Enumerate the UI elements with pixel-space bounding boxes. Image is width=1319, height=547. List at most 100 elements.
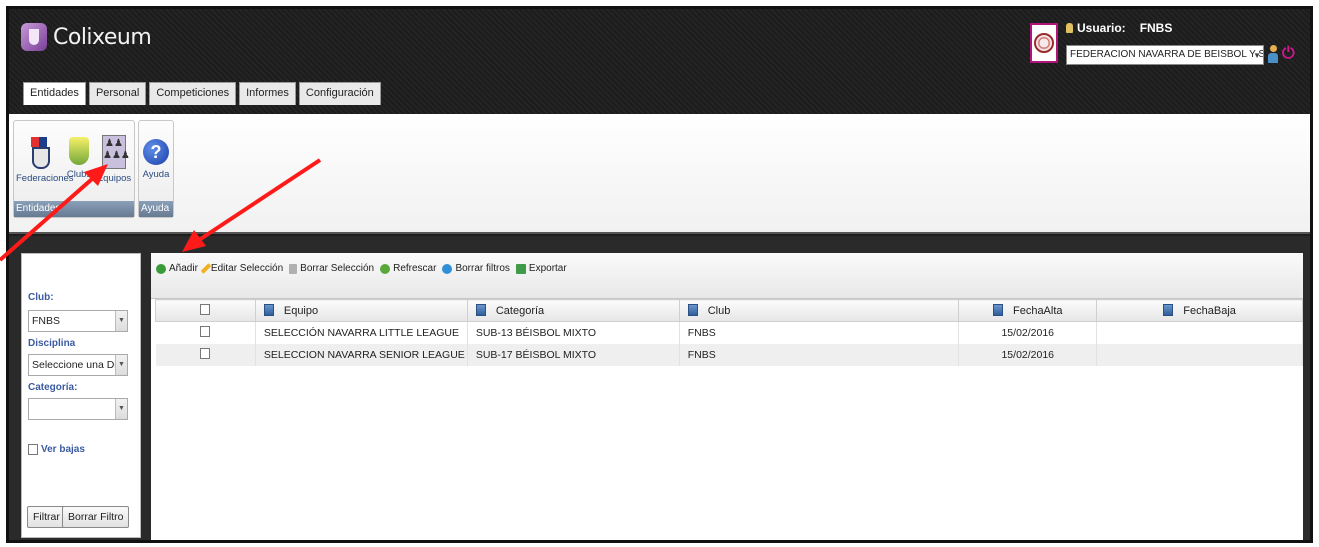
clear-filters-label: Borrar filtros	[455, 263, 510, 274]
column-header-label: Categoría	[495, 305, 545, 317]
column-filter-icon[interactable]	[992, 304, 1003, 316]
discipline-filter-label: Disciplina	[28, 338, 76, 349]
column-header-label: Equipo	[283, 305, 319, 317]
tab-configuracion[interactable]: Configuración	[298, 82, 381, 105]
user-label: Usuario:	[1077, 21, 1126, 35]
table-header-row: Equipo Categoría Club FechaAlta FechaBaj…	[155, 299, 1303, 322]
column-header-label: Club	[707, 305, 731, 317]
table-row[interactable]: SELECCIÓN NAVARRA LITTLE LEAGUE SUB-13 B…	[155, 321, 1303, 344]
add-label: Añadir	[169, 263, 198, 274]
clubs-button[interactable]: Clubs	[64, 135, 94, 180]
column-header-equipo[interactable]: Equipo	[254, 299, 468, 322]
tab-informes[interactable]: Informes	[239, 82, 296, 105]
category-filter-label: Categoría:	[28, 382, 78, 393]
column-header-categoria[interactable]: Categoría	[466, 299, 680, 322]
table-row[interactable]: SELECCION NAVARRA SENIOR LEAGUE SUB-17 B…	[155, 343, 1303, 366]
tab-entidades[interactable]: Entidades	[23, 82, 86, 105]
trash-icon	[289, 263, 298, 274]
chevron-down-icon: ▼	[1253, 51, 1261, 60]
filter-clear-icon	[442, 263, 453, 274]
cell-fechabaja	[1096, 343, 1303, 366]
ribbon-group-label: Entidades	[14, 201, 134, 217]
equipos-label: Equipos	[96, 173, 132, 184]
column-filter-icon[interactable]	[475, 304, 486, 316]
user-profile-icon[interactable]	[1268, 45, 1278, 63]
ribbon-group-ayuda: ? Ayuda Ayuda	[138, 120, 174, 218]
club-filter-label: Club:	[28, 292, 54, 303]
refresh-label: Refrescar	[393, 263, 437, 274]
column-filter-icon[interactable]	[687, 304, 698, 316]
colixeum-logo-icon	[21, 23, 47, 51]
column-header-label: FechaBaja	[1183, 305, 1236, 317]
clubs-label: Clubs	[66, 169, 92, 180]
delete-selection-label: Borrar Selección	[300, 263, 375, 274]
row-checkbox[interactable]	[200, 325, 211, 337]
column-header-club[interactable]: Club	[678, 299, 960, 322]
refresh-button[interactable]: Refrescar	[380, 263, 436, 274]
grid-toolbar: Añadir Editar Selección Borrar Selección…	[151, 253, 1303, 299]
ayuda-button[interactable]: ? Ayuda	[139, 135, 173, 180]
column-header-fechaalta[interactable]: FechaAlta	[958, 299, 1098, 322]
equipos-button[interactable]: Equipos	[94, 135, 134, 184]
logout-power-icon[interactable]: ⏻	[1282, 45, 1298, 63]
tab-personal[interactable]: Personal	[88, 82, 147, 105]
tab-competiciones[interactable]: Competiciones	[149, 82, 237, 105]
add-button[interactable]: Añadir	[156, 263, 198, 274]
team-pieces-icon	[102, 135, 126, 169]
federation-logo-icon	[1030, 23, 1058, 63]
app-logo: Colixeum	[21, 23, 152, 51]
cell-club: FNBS	[679, 321, 960, 344]
column-filter-icon[interactable]	[1163, 304, 1174, 316]
help-icon: ?	[143, 139, 169, 165]
column-filter-icon[interactable]	[263, 304, 274, 316]
clear-filters-button[interactable]: Borrar filtros	[442, 263, 510, 274]
ribbon-group-entidades: Federaciones Clubs Equipos Entidades	[13, 120, 135, 218]
content-area: Club: FNBS ▼ Disciplina Seleccione una D…	[9, 236, 1310, 540]
category-filter-select[interactable]: ▼	[28, 398, 128, 420]
edit-selection-label: Editar Selección	[210, 263, 284, 274]
column-header-fechabaja[interactable]: FechaBaja	[1096, 299, 1303, 322]
discipline-filter-select[interactable]: Seleccione una Disciplina ▼	[28, 354, 128, 376]
export-button[interactable]: Exportar	[515, 263, 567, 274]
federation-select[interactable]: FEDERACION NAVARRA DE BEISBOL Y SOFBOL ▼	[1066, 45, 1264, 65]
app-window: Colixeum Entidades Personal Competicione…	[6, 6, 1313, 543]
chevron-down-icon: ▼	[115, 355, 127, 375]
row-select-cell[interactable]	[155, 343, 256, 366]
user-name: FNBS	[1139, 21, 1173, 35]
ribbon-group-label: Ayuda	[139, 201, 173, 217]
cell-equipo: SELECCION NAVARRA SENIOR LEAGUE	[255, 343, 468, 366]
checkbox-box[interactable]	[28, 444, 38, 455]
ayuda-label: Ayuda	[142, 169, 170, 180]
user-info: Usuario: FNBS	[1066, 21, 1172, 35]
pencil-icon	[200, 263, 212, 274]
cell-fechaalta: 15/02/2016	[958, 343, 1098, 366]
federaciones-button[interactable]: Federaciones	[16, 135, 74, 184]
edit-selection-button[interactable]: Editar Selección	[200, 263, 284, 274]
export-label: Exportar	[528, 263, 567, 274]
cell-categoria: SUB-13 BÉISBOL MIXTO	[467, 321, 680, 344]
cell-categoria: SUB-17 BÉISBOL MIXTO	[467, 343, 680, 366]
cell-fechabaja	[1096, 321, 1303, 344]
row-checkbox[interactable]	[200, 347, 211, 359]
user-small-icon	[1066, 23, 1073, 33]
excel-export-icon	[515, 263, 526, 274]
row-select-cell[interactable]	[155, 321, 256, 344]
club-shield-icon	[69, 137, 89, 165]
select-all-header[interactable]	[155, 299, 256, 322]
app-header: Colixeum Entidades Personal Competicione…	[9, 9, 1310, 117]
cell-fechaalta: 15/02/2016	[958, 321, 1098, 344]
clear-filter-button[interactable]: Borrar Filtro	[62, 506, 130, 528]
delete-selection-button[interactable]: Borrar Selección	[289, 263, 374, 274]
refresh-icon	[380, 263, 391, 274]
main-tabs: Entidades Personal Competiciones Informe…	[23, 82, 381, 105]
show-removed-checkbox[interactable]: Ver bajas	[28, 444, 85, 455]
add-circle-icon	[156, 263, 166, 274]
chevron-down-icon: ▼	[115, 311, 127, 331]
club-filter-select[interactable]: FNBS ▼	[28, 310, 128, 332]
select-all-checkbox[interactable]	[200, 303, 211, 315]
cell-club: FNBS	[679, 343, 960, 366]
discipline-filter-value: Seleccione una Disciplina	[32, 359, 127, 371]
chevron-down-icon: ▼	[115, 399, 127, 419]
teams-grid-panel: Añadir Editar Selección Borrar Selección…	[151, 253, 1303, 540]
filter-button[interactable]: Filtrar	[27, 506, 66, 528]
